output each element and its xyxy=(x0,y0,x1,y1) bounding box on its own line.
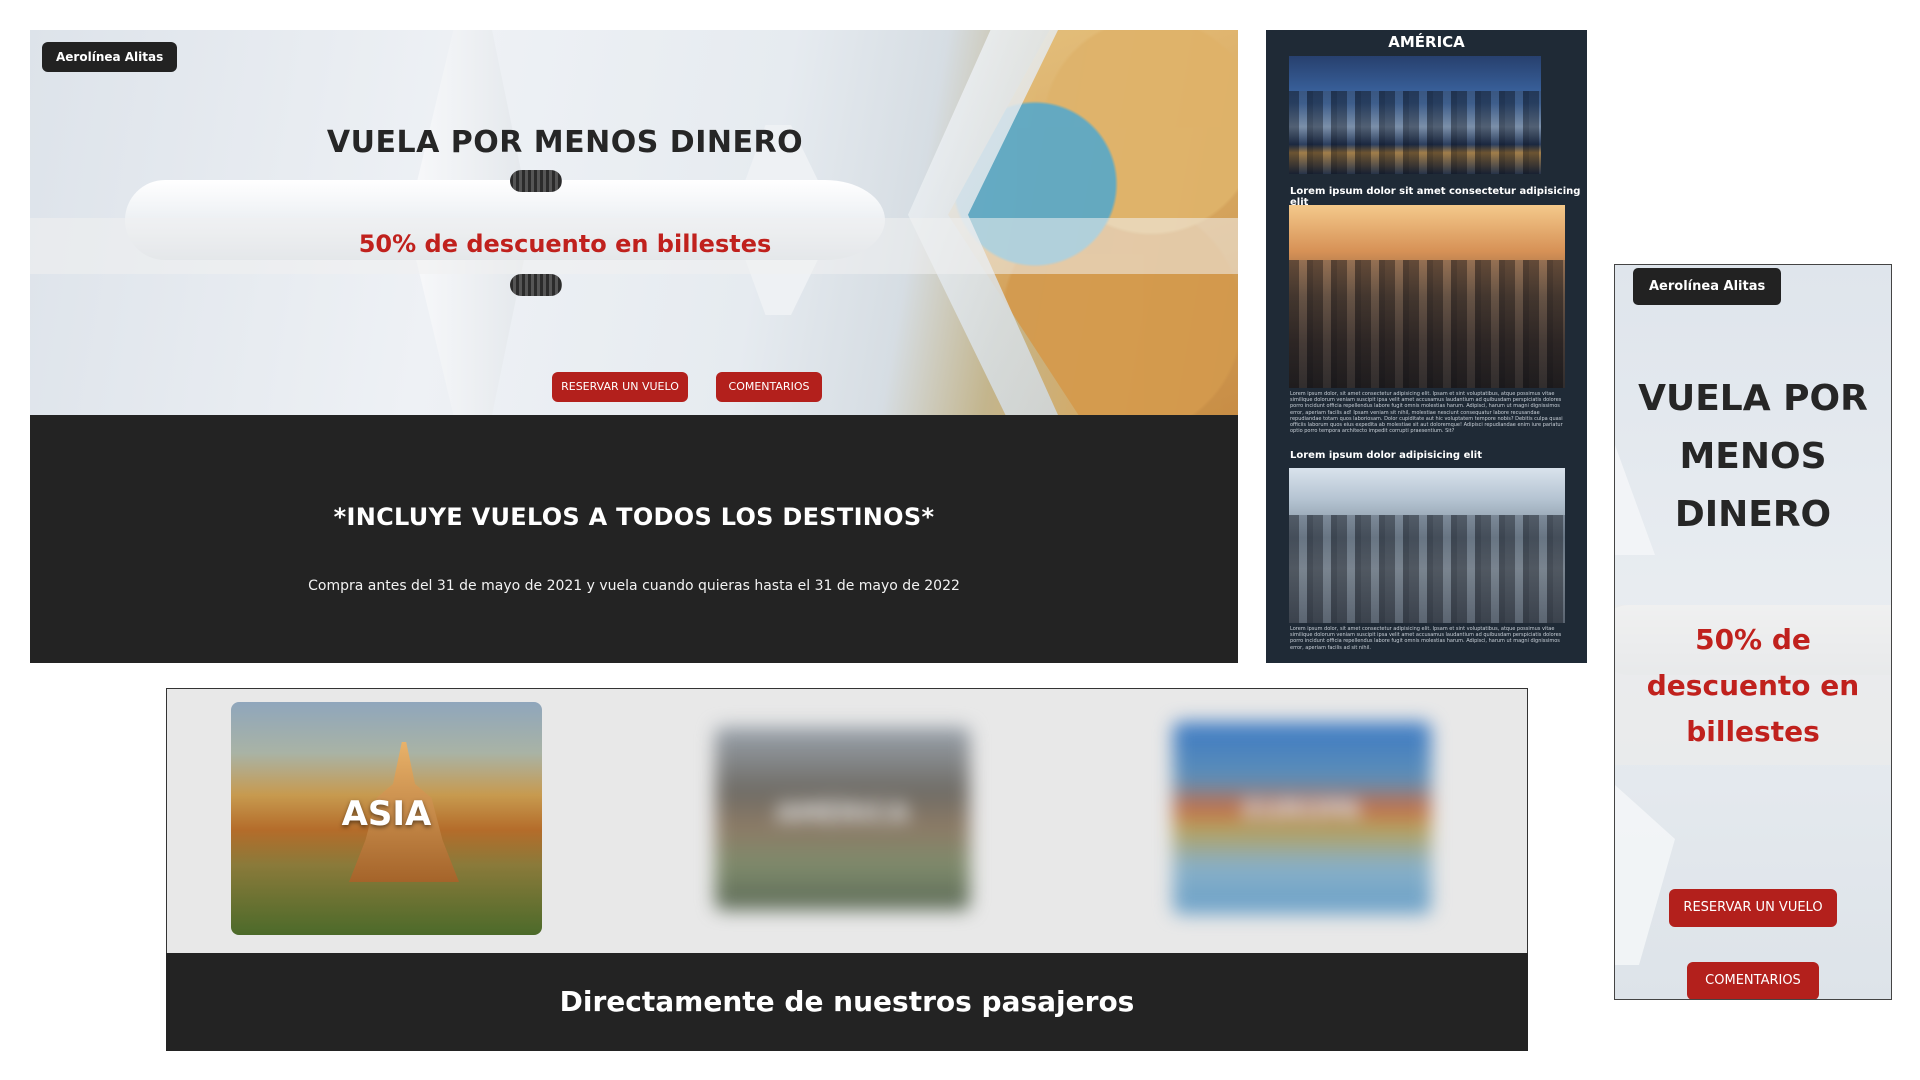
america-heading-2: Lorem ipsum dolor adipisicing elit xyxy=(1290,450,1482,461)
promo-title: *INCLUYE VUELOS A TODOS LOS DESTINOS* xyxy=(333,503,935,531)
city-sunset-image xyxy=(1289,205,1565,388)
city-skyline-image xyxy=(1289,468,1565,623)
america-title: AMÉRICA xyxy=(1388,33,1465,51)
mobile-hero: Aerolínea Alitas VUELA POR MENOS DINERO … xyxy=(1614,264,1892,1000)
hero-title: VUELA POR MENOS DINERO xyxy=(326,125,804,160)
brand-badge[interactable]: Aerolínea Alitas xyxy=(42,42,178,72)
comments-button[interactable]: COMENTARIOS xyxy=(1687,962,1819,999)
destination-card-america[interactable]: AMÉRICA xyxy=(715,727,970,910)
brand-badge[interactable]: Aerolínea Alitas xyxy=(1633,268,1782,305)
destination-card-asia[interactable]: ASIA xyxy=(231,702,542,935)
promo-info-band: *INCLUYE VUELOS A TODOS LOS DESTINOS* Co… xyxy=(30,415,1238,663)
hero-subtitle: 50% de descuento en billestes xyxy=(358,230,772,258)
testimonials-title: Directamente de nuestros pasajeros xyxy=(559,985,1135,1018)
destination-label: AMÉRICA xyxy=(776,799,909,829)
plane-wing-partial xyxy=(1615,785,1675,965)
mobile-hero-title: VUELA POR MENOS DINERO xyxy=(1638,378,1868,535)
destinations-strip: ASIA AMÉRICA EUROPA xyxy=(166,688,1528,953)
america-paragraph-1: Lorem ipsum dolor, sit amet consectetur … xyxy=(1290,391,1563,435)
promo-text: Compra antes del 31 de mayo de 2021 y vu… xyxy=(308,578,960,594)
america-page: AMÉRICA Lorem ipsum dolor sit amet conse… xyxy=(1266,30,1587,663)
mobile-hero-subtitle: 50% de descuento en billestes xyxy=(1646,623,1860,748)
book-flight-button[interactable]: RESERVAR UN VUELO xyxy=(552,372,688,402)
testimonials-section: Directamente de nuestros pasajeros xyxy=(166,953,1528,1051)
destination-label: ASIA xyxy=(341,794,432,834)
book-flight-button[interactable]: RESERVAR UN VUELO xyxy=(1669,889,1837,927)
plane-engine-top xyxy=(510,170,562,192)
america-paragraph-2: Lorem ipsum dolor, sit amet consectetur … xyxy=(1290,626,1562,651)
plane-wing-top xyxy=(415,30,525,190)
destination-label: EUROPA xyxy=(1243,796,1361,826)
plane-wing-bottom xyxy=(415,255,525,415)
comments-button[interactable]: COMENTARIOS xyxy=(716,372,822,402)
plane-engine-bottom xyxy=(510,274,562,296)
destination-card-europa[interactable]: EUROPA xyxy=(1173,722,1431,914)
city-night-image xyxy=(1289,56,1541,174)
hero-section: Aerolínea Alitas VUELA POR MENOS DINERO … xyxy=(30,30,1238,415)
